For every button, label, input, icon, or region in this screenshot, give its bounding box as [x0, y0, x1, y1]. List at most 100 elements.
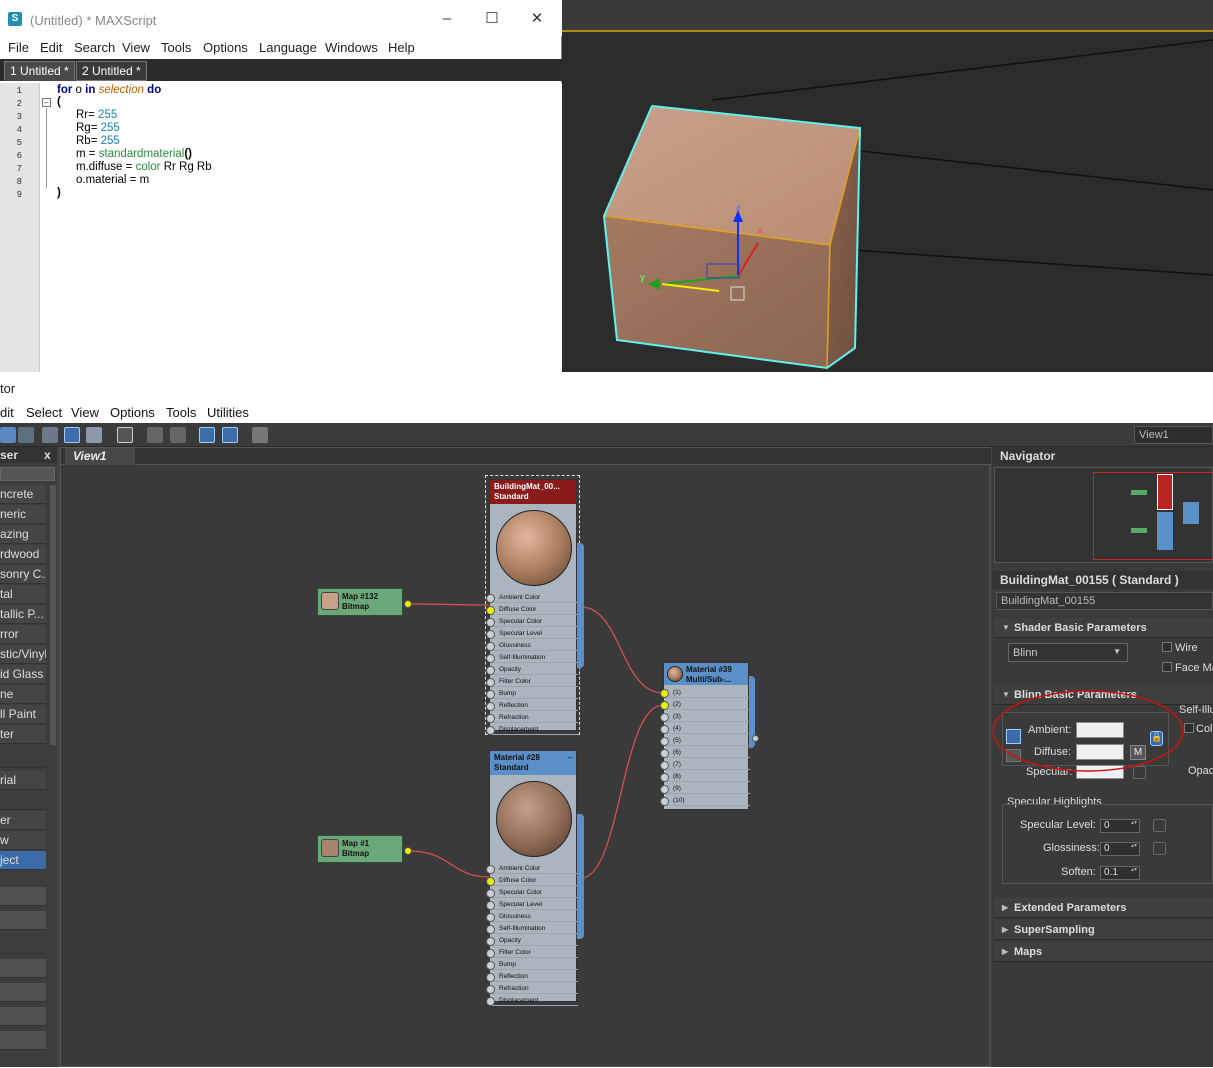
browser-item[interactable]: er: [0, 811, 46, 830]
browser-group[interactable]: [0, 911, 46, 930]
menu-select[interactable]: Select: [26, 405, 62, 420]
wire-checkbox[interactable]: [1162, 642, 1172, 652]
browser-item-selected[interactable]: ject: [0, 851, 46, 870]
slot-sub-9[interactable]: (9): [660, 783, 750, 794]
browser-item[interactable]: ter: [0, 725, 46, 744]
assign-material-icon[interactable]: [42, 427, 58, 443]
slot-displacement[interactable]: Displacement: [486, 995, 578, 1006]
material-id-icon[interactable]: [117, 427, 133, 443]
menu-edit[interactable]: dit: [0, 405, 14, 420]
browser-group[interactable]: [0, 983, 46, 1002]
browser-item[interactable]: rial: [0, 771, 46, 790]
menu-tools[interactable]: Tools: [166, 405, 196, 420]
menu-search[interactable]: Search: [74, 40, 115, 55]
slot-sub-1[interactable]: (1): [660, 687, 750, 698]
browser-item[interactable]: tal: [0, 585, 46, 604]
move-children-icon[interactable]: [18, 427, 34, 443]
browser-item[interactable]: w: [0, 831, 46, 850]
rollout-shader-basic[interactable]: ▼ Shader Basic Parameters: [994, 618, 1213, 638]
slot-diffuse-color[interactable]: Diffuse Color: [486, 875, 578, 886]
slot-specular-level[interactable]: Specular Level: [486, 628, 578, 639]
browser-group[interactable]: [0, 935, 46, 954]
tab-untitled-2[interactable]: 2 Untitled *: [76, 61, 147, 81]
slot-sub-6[interactable]: (6): [660, 747, 750, 758]
minimize-icon[interactable]: –: [432, 8, 462, 30]
close-icon[interactable]: ✕: [522, 8, 552, 30]
rollout-extended-parameters[interactable]: ▶ Extended Parameters: [994, 898, 1213, 918]
browser-group[interactable]: [0, 749, 46, 768]
tab-untitled-1[interactable]: 1 Untitled *: [4, 61, 75, 81]
layout-icon[interactable]: [147, 427, 163, 443]
select-by-material-icon[interactable]: [252, 427, 268, 443]
material-name-field[interactable]: BuildingMat_00155: [996, 592, 1213, 610]
output-socket[interactable]: [404, 600, 412, 608]
slot-bump[interactable]: Bump: [486, 688, 578, 699]
maximize-icon[interactable]: ☐: [477, 8, 507, 30]
menu-file[interactable]: File: [8, 40, 29, 55]
slot-sub-7[interactable]: (7): [660, 759, 750, 770]
browser-item[interactable]: ll Paint: [0, 705, 46, 724]
material-map-navigator-icon[interactable]: [199, 427, 215, 443]
specular-level-spinner[interactable]: 0: [1100, 819, 1140, 833]
menu-options[interactable]: Options: [110, 405, 155, 420]
browser-item[interactable]: [0, 791, 46, 810]
slot-glossiness[interactable]: Glossiness: [486, 640, 578, 651]
slot-opacity[interactable]: Opacity: [486, 664, 578, 675]
slot-glossiness[interactable]: Glossiness: [486, 911, 578, 922]
browser-item[interactable]: ncrete: [0, 485, 46, 504]
node-map-132[interactable]: Map #132 Bitmap: [317, 588, 403, 616]
slot-sub-4[interactable]: (4): [660, 723, 750, 734]
rollout-supersampling[interactable]: ▶ SuperSampling: [994, 920, 1213, 940]
browser-item[interactable]: sonry C...: [0, 565, 46, 584]
menu-help[interactable]: Help: [388, 40, 415, 55]
menu-view[interactable]: View: [71, 405, 99, 420]
slot-displacement[interactable]: Displacement: [486, 724, 578, 735]
browser-item[interactable]: id Glass: [0, 665, 46, 684]
browser-item[interactable]: tallic P...: [0, 605, 46, 624]
slot-opacity[interactable]: Opacity: [486, 935, 578, 946]
slot-diffuse-color[interactable]: Diffuse Color: [486, 604, 578, 615]
output-socket[interactable]: [752, 735, 759, 742]
pick-tool-icon[interactable]: [0, 427, 16, 443]
specular-level-map-button[interactable]: [1153, 819, 1166, 832]
browser-item[interactable]: rdwood: [0, 545, 46, 564]
navigator-view[interactable]: [994, 467, 1213, 563]
slot-ambient-color[interactable]: Ambient Color: [486, 863, 578, 874]
layout-children-icon[interactable]: [170, 427, 186, 443]
browser-group[interactable]: [0, 887, 46, 906]
checker-icon[interactable]: [86, 427, 102, 443]
browser-item[interactable]: azing: [0, 525, 46, 544]
node-buildingmat[interactable]: BuildingMat_00... Standard Ambient Color…: [486, 479, 578, 735]
slot-refraction[interactable]: Refraction: [486, 712, 578, 723]
slot-reflection[interactable]: Reflection: [486, 700, 578, 711]
browser-item[interactable]: stic/Vinyl: [0, 645, 46, 664]
browser-item[interactable]: ne: [0, 685, 46, 704]
menu-edit[interactable]: Edit: [40, 40, 62, 55]
menu-utilities[interactable]: Utilities: [207, 405, 249, 420]
slot-ambient-color[interactable]: Ambient Color: [486, 592, 578, 603]
glossiness-spinner[interactable]: 0: [1100, 842, 1140, 856]
browser-search-input[interactable]: [0, 467, 55, 481]
node-view-canvas[interactable]: View1 BuildingMat_00... Standard Ambient…: [60, 447, 991, 1067]
browser-group[interactable]: [0, 959, 46, 978]
face-map-checkbox[interactable]: [1162, 662, 1172, 672]
slot-specular-level[interactable]: Specular Level: [486, 899, 578, 910]
slot-sub-10[interactable]: (10): [660, 795, 750, 806]
menu-tools[interactable]: Tools: [161, 40, 191, 55]
parameter-editor-icon[interactable]: [222, 427, 238, 443]
slot-self-illumination[interactable]: Self-Illumination: [486, 923, 578, 934]
browser-scrollbar[interactable]: [50, 485, 56, 745]
slot-sub-5[interactable]: (5): [660, 735, 750, 746]
slot-refraction[interactable]: Refraction: [486, 983, 578, 994]
view-selector[interactable]: View1: [1134, 426, 1213, 444]
output-socket[interactable]: [404, 847, 412, 855]
menu-options[interactable]: Options: [203, 40, 248, 55]
slot-filter-color[interactable]: Filter Color: [486, 676, 578, 687]
node-material-28[interactable]: Material #28 Standard – Ambient Color Di…: [486, 750, 578, 1006]
slot-specular-color[interactable]: Specular Color: [486, 616, 578, 627]
rollout-maps[interactable]: ▶ Maps: [994, 942, 1213, 962]
browser-item[interactable]: neric: [0, 505, 46, 524]
browser-close-icon[interactable]: x: [44, 447, 51, 463]
minimize-node-icon[interactable]: –: [568, 753, 572, 762]
slot-sub-2[interactable]: (2): [660, 699, 750, 710]
